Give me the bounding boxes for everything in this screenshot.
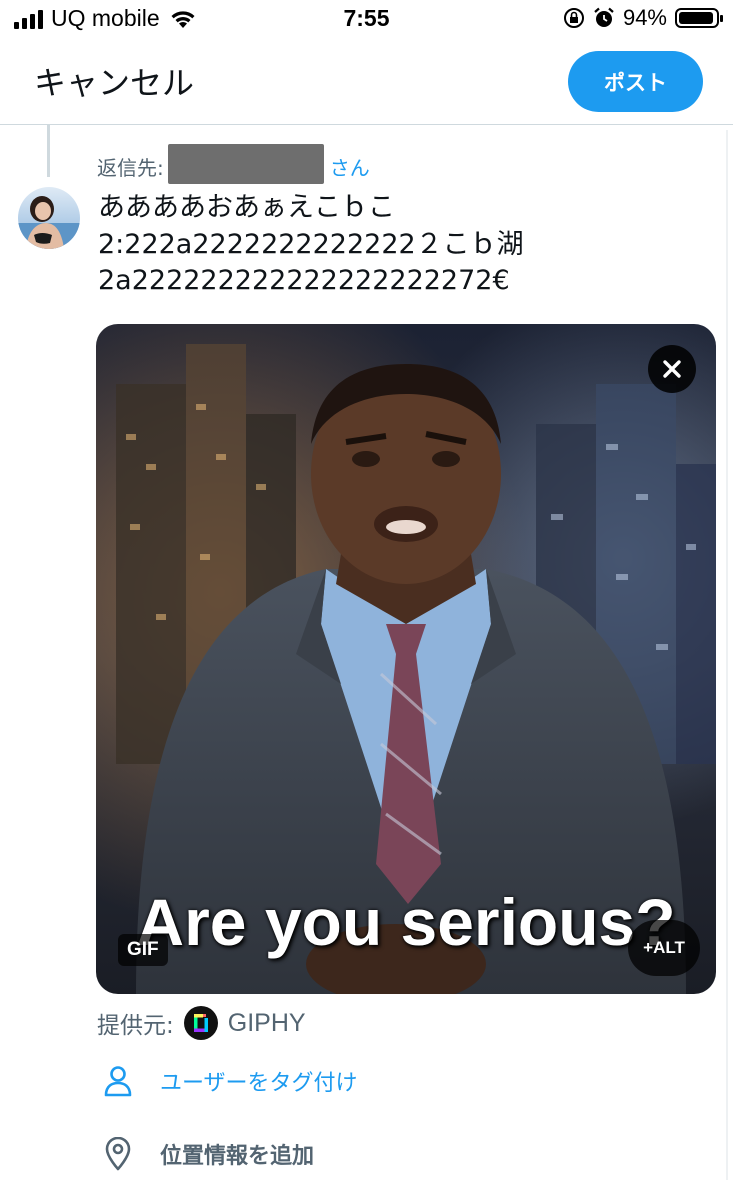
avatar[interactable] (18, 187, 80, 249)
post-button[interactable]: ポスト (568, 51, 703, 112)
status-bar: UQ mobile 7:55 94% (0, 0, 733, 40)
status-right: 94% (563, 5, 723, 31)
battery-icon (675, 8, 723, 28)
compose-header: キャンセル ポスト (0, 40, 733, 125)
location-pin-icon (100, 1136, 136, 1172)
tag-users-button[interactable]: ユーザーをタグ付け (100, 1063, 358, 1099)
redacted-username (167, 144, 324, 184)
reply-to[interactable]: 返信先: さん (97, 144, 370, 186)
close-icon (663, 360, 681, 378)
giphy-logo-icon (183, 1006, 218, 1040)
tweet-textarea[interactable]: ああああおあぁえこｂこ 2:222a2222222222222２こｂ湖 2a22… (98, 190, 708, 300)
gif-caption: Are you serious? (136, 885, 676, 959)
gif-badge: GIF (118, 934, 168, 966)
reply-to-prefix: 返信先: (97, 155, 164, 180)
battery-fill (679, 12, 713, 24)
tag-users-label: ユーザーをタグ付け (160, 1071, 358, 1096)
tweet-line: 2a222222222222222222272€ (98, 265, 510, 296)
gif-media[interactable]: Are you serious? GIF +ALT (96, 324, 716, 994)
add-location-button[interactable]: 位置情報を追加 (100, 1136, 314, 1172)
cancel-button[interactable]: キャンセル (34, 58, 194, 104)
person-icon (100, 1063, 136, 1099)
scroll-track (726, 130, 728, 1180)
alarm-icon (594, 7, 614, 27)
battery-percentage: 94% (622, 5, 667, 30)
provider-name: GIPHY (227, 1008, 306, 1037)
thread-line (47, 125, 50, 177)
provider-prefix: 提供元: (97, 1013, 174, 1039)
reply-to-suffix: さん (329, 155, 370, 180)
rotation-lock-icon (563, 8, 584, 28)
tweet-line: 2:222a2222222222222２こｂ湖 (98, 228, 524, 260)
tweet-line: ああああおあぁえこｂこ (98, 192, 395, 223)
gif-provider: 提供元: GIPHY (97, 1006, 306, 1040)
remove-media-button[interactable] (648, 345, 696, 393)
add-location-label: 位置情報を追加 (160, 1144, 315, 1169)
add-alt-text-button[interactable]: +ALT (628, 920, 700, 976)
